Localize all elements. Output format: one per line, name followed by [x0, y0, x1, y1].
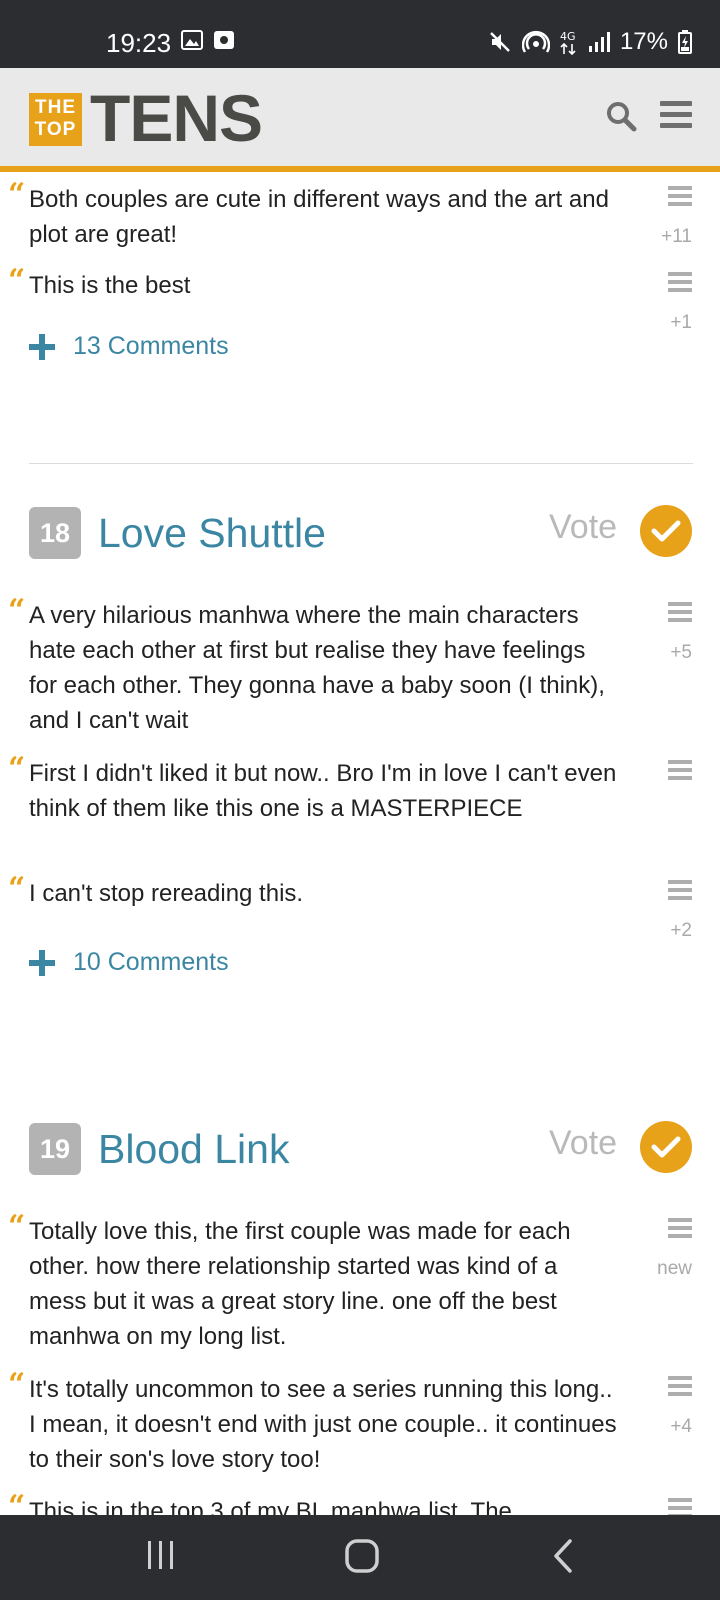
comment-text: I can't stop rereading this. — [29, 880, 304, 907]
comment-menu-icon[interactable] — [668, 186, 692, 210]
signal-icon — [588, 32, 610, 52]
comment-score: +5 — [670, 642, 692, 663]
plus-icon — [29, 949, 55, 976]
rank-badge: 19 — [29, 1123, 81, 1175]
quote-icon: “ — [8, 1367, 26, 1402]
comment-menu-icon[interactable] — [668, 272, 692, 296]
mute-icon — [490, 32, 510, 52]
vote-check-button[interactable] — [640, 1121, 692, 1173]
checkmark-icon — [651, 520, 681, 542]
list-item-header: 18 Love Shuttle Vote — [0, 505, 720, 559]
comment-text: Both couples are cute in different ways … — [29, 186, 609, 248]
hotspot-icon — [521, 30, 550, 53]
camera-icon — [213, 30, 235, 55]
comment-menu-icon[interactable] — [668, 1376, 692, 1400]
logo-top-word: THE — [35, 97, 76, 118]
comment-text: This is in the top 3 of my BL manhwa lis… — [29, 1498, 512, 1515]
comment-menu-icon[interactable] — [668, 1218, 692, 1242]
comments-count-label: 13 Comments — [73, 332, 229, 360]
comment-text: A very hilarious manhwa where the main c… — [29, 602, 605, 734]
plus-icon — [29, 333, 55, 360]
item-title[interactable]: Blood Link — [98, 1121, 289, 1177]
section-divider — [29, 463, 693, 464]
comment-menu-icon[interactable] — [668, 880, 692, 904]
system-nav-bar — [0, 1515, 720, 1600]
hamburger-menu-icon[interactable] — [660, 100, 692, 135]
quote-icon: “ — [8, 593, 26, 628]
quote-icon: “ — [8, 263, 26, 298]
comment-text: This is the best — [29, 272, 191, 299]
comment-score: +11 — [661, 226, 692, 247]
comment-score: +1 — [670, 312, 692, 333]
comment-menu-icon[interactable] — [668, 760, 692, 784]
quote-icon: “ — [8, 751, 26, 786]
quote-icon: “ — [8, 1209, 26, 1244]
status-right-group: 4G 17% — [488, 28, 692, 56]
status-bar: 19:23 4G 17% — [0, 0, 720, 68]
comment-text: First I didn't liked it but now.. Bro I'… — [29, 760, 617, 822]
checkmark-icon — [651, 1136, 681, 1158]
home-icon[interactable] — [345, 1539, 379, 1578]
comments-expand-link[interactable]: 10 Comments — [29, 948, 229, 977]
vote-label[interactable]: Vote — [549, 1124, 617, 1163]
status-time: 19:23 — [106, 28, 172, 58]
recent-apps-icon[interactable] — [147, 1539, 175, 1576]
battery-charging-icon — [678, 30, 692, 54]
comments-expand-link[interactable]: 13 Comments — [29, 332, 229, 361]
site-logo-badge[interactable]: THE TOP — [29, 93, 82, 146]
comment-menu-icon[interactable] — [668, 602, 692, 626]
image-icon — [181, 30, 203, 55]
comment-text: It's totally uncommon to see a series ru… — [29, 1376, 617, 1473]
quote-icon: “ — [8, 177, 26, 212]
site-logo-text[interactable]: TENS — [90, 82, 263, 154]
network-4g-icon: 4G — [560, 30, 576, 55]
battery-percent: 17% — [619, 28, 668, 55]
comment-score: +2 — [670, 920, 692, 941]
search-icon[interactable] — [605, 100, 637, 137]
comment-menu-icon[interactable] — [668, 1498, 692, 1515]
site-header: THE TOP TENS — [0, 68, 720, 172]
vote-check-button[interactable] — [640, 505, 692, 557]
back-icon[interactable] — [553, 1539, 573, 1578]
quote-icon: “ — [8, 1489, 26, 1516]
rank-badge: 18 — [29, 507, 81, 559]
item-title[interactable]: Love Shuttle — [98, 505, 326, 561]
quote-icon: “ — [8, 871, 26, 906]
comment-text: Totally love this, the first couple was … — [29, 1218, 571, 1350]
list-item-header: 19 Blood Link Vote — [0, 1121, 720, 1175]
comment-score: +4 — [670, 1416, 692, 1437]
logo-bottom-word: TOP — [34, 119, 77, 140]
comment-score: new — [657, 1258, 692, 1279]
main-content: “ Both couples are cute in different way… — [0, 172, 720, 1515]
comments-count-label: 10 Comments — [73, 948, 229, 976]
vote-label[interactable]: Vote — [549, 508, 617, 547]
svg-text:4G: 4G — [560, 30, 576, 43]
